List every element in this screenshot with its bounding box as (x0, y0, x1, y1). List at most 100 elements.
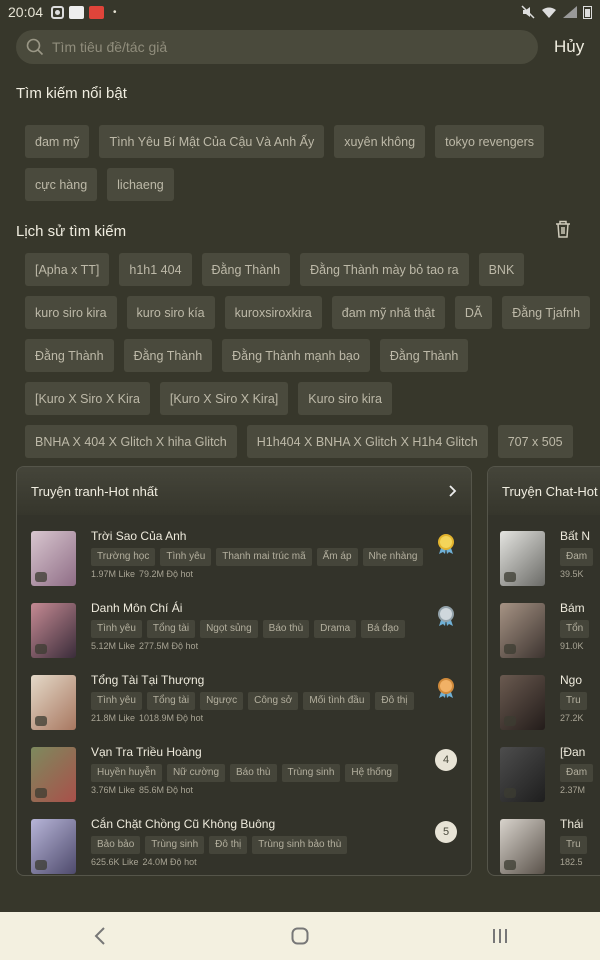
genre-tag: Tình yêu (91, 620, 142, 638)
history-search-chip[interactable]: BNHA X 404 X Glitch X hiha Glitch (25, 425, 237, 458)
featured-search-chip[interactable]: đam mỹ (25, 125, 90, 158)
hot-comics-card[interactable]: Truyện tranh-Hot nhất Trời Sao Của Anh Tr… (16, 466, 472, 876)
chat-story-list-item[interactable]: [Đan Đam 2.37M (488, 745, 600, 817)
chat-story-cover-image[interactable] (500, 819, 545, 874)
history-search-chip[interactable]: [Kuro X Siro X Kira (25, 382, 150, 415)
comic-title: Trời Sao Của Anh (91, 529, 187, 543)
comic-info: Trời Sao Của Anh Trường học Tình yêu Thanh … (91, 529, 457, 601)
history-search-chip[interactable]: BNK (478, 253, 525, 286)
featured-search-chip[interactable]: cực hàng (25, 168, 98, 201)
hot-score: 24.0M Độ hot (142, 857, 197, 867)
chat-story-title: Thái (560, 817, 584, 831)
hot-comics-list: Trời Sao Của Anh Trường học Tình yêu Thanh … (17, 515, 471, 875)
chat-story-list-item[interactable]: Ngo Tru 27.2K (488, 673, 600, 745)
comic-info: Danh Môn Chí Ái Tình yêu Tổng tài Ngọt sủng… (91, 601, 457, 673)
like-count: 1.97M Like (91, 569, 136, 579)
home-button[interactable] (280, 921, 320, 951)
chat-story-cover-image[interactable] (500, 747, 545, 802)
comic-title: Vạn Tra Triều Hoàng (91, 745, 202, 759)
search-history-list: [Apha x TT] h1h1 404 Đằng Thành Đằng Thành … (25, 253, 595, 458)
hot-chat-list: Bất N Đam 39.5K Bám Tổn 91.0K Ngo Tru 27.2K [Đan Đ… (488, 515, 600, 875)
hot-comics-header[interactable]: Truyện tranh-Hot nhất (17, 467, 471, 515)
comic-type-icon (35, 788, 47, 798)
comic-title: Cắn Chặt Chồng Cũ Không Buông (91, 817, 276, 831)
chat-bubble-icon (504, 644, 516, 654)
comic-cover-image[interactable] (31, 531, 76, 586)
chat-story-list-item[interactable]: Bám Tổn 91.0K (488, 601, 600, 673)
comic-info: Vạn Tra Triều Hoàng Huyền huyễn Nữ cường Bá… (91, 745, 457, 817)
history-search-chip[interactable]: [Kuro X Siro X Kira] (159, 382, 289, 415)
comic-tags: Tình yêu Tổng tài Ngược Công sở Mối tình đầu… (91, 692, 457, 710)
comic-cover-image[interactable] (31, 603, 76, 658)
chat-story-tags: Tru (560, 836, 600, 854)
chat-story-list-item[interactable]: Bất N Đam 39.5K (488, 529, 600, 601)
history-search-chip[interactable]: H1h404 X BNHA X Glitch X H1h4 Glitch (246, 425, 488, 458)
comic-list-item[interactable]: Cắn Chặt Chồng Cũ Không Buông Bảo bảo Trùn… (17, 817, 471, 875)
rank-bronze-medal-icon (438, 678, 454, 698)
comic-cover-image[interactable] (31, 675, 76, 730)
chat-story-cover-image[interactable] (500, 603, 545, 658)
genre-tag: Drama (314, 620, 357, 638)
comic-list-item[interactable]: Trời Sao Của Anh Trường học Tình yêu Thanh … (17, 529, 471, 601)
featured-search-chip[interactable]: xuyên không (334, 125, 426, 158)
history-search-chip[interactable]: Đằng Thành (25, 339, 114, 372)
chat-story-cover-image[interactable] (500, 675, 545, 730)
history-search-chip[interactable]: Đằng Thành mày bỏ tao ra (300, 253, 469, 286)
comic-cover-image[interactable] (31, 819, 76, 874)
history-search-chip[interactable]: 707 x 505 (497, 425, 573, 458)
genre-tag: Tình yêu (91, 692, 142, 710)
history-search-chip[interactable]: [Apha x TT] (25, 253, 110, 286)
genre-tag: Tổng tài (146, 692, 196, 710)
genre-tag: Báo thù (230, 764, 277, 782)
history-search-chip[interactable]: kuro siro kía (126, 296, 215, 329)
cancel-button[interactable]: Hủy (554, 37, 584, 57)
back-button[interactable] (80, 921, 120, 951)
featured-search-chip[interactable]: lichaeng (107, 168, 174, 201)
rank-silver-medal-icon (438, 606, 454, 626)
featured-searches-title: Tìm kiếm nổi bật (16, 85, 127, 102)
featured-search-chip[interactable]: tokyo revengers (435, 125, 545, 158)
history-search-chip[interactable]: Đằng Thành (379, 339, 469, 372)
chat-story-list-item[interactable]: Thái Tru 182.5 (488, 817, 600, 875)
history-search-chip[interactable]: kuroxsiroxkira (224, 296, 322, 329)
history-search-chip[interactable]: Kuro siro kira (298, 382, 392, 415)
comic-info: Tổng Tài Tại Thượng Tình yêu Tổng tài Ngược… (91, 673, 457, 745)
genre-tag: Mối tình đầu (303, 692, 371, 710)
comic-list-item[interactable]: Tổng Tài Tại Thượng Tình yêu Tổng tài Ngược… (17, 673, 471, 745)
trash-icon[interactable] (554, 219, 572, 239)
history-search-chip[interactable]: Đằng Tjafnh (502, 296, 591, 329)
chat-story-cover-image[interactable] (500, 531, 545, 586)
comic-tags: Bảo bảo Trùng sinh Đô thị Trùng sinh bảo th… (91, 836, 457, 854)
comic-cover-image[interactable] (31, 747, 76, 802)
history-search-chip[interactable]: Đằng Thành (123, 339, 213, 372)
shopping-app-icon (89, 5, 105, 19)
genre-tag: Bá đạo (361, 620, 405, 638)
history-search-chip[interactable]: DÃ (454, 296, 493, 329)
comic-type-icon (35, 644, 47, 654)
chat-story-tags: Tổn (560, 620, 600, 638)
chat-story-stats: 182.5 (560, 857, 600, 867)
comic-stats: 1.97M Like 79.2M Độ hot (91, 569, 457, 579)
like-count: 182.5 (560, 857, 583, 867)
genre-tag: Báo thù (262, 620, 310, 638)
search-input[interactable] (52, 39, 492, 55)
notification-dot: • (113, 6, 117, 18)
history-search-chip[interactable]: kuro siro kira (25, 296, 117, 329)
status-bar: 20:04 • (0, 0, 600, 24)
hot-chat-header[interactable]: Truyện Chat-Hot (488, 467, 600, 515)
genre-tag: Trường học (91, 548, 156, 566)
history-search-chip[interactable]: h1h1 404 (119, 253, 192, 286)
hot-chat-card[interactable]: Truyện Chat-Hot Bất N Đam 39.5K Bám Tổn 91.0K… (487, 466, 600, 876)
genre-tag: Tổn (560, 620, 590, 638)
comic-type-icon (35, 860, 47, 870)
search-box[interactable] (16, 30, 538, 64)
history-search-chip[interactable]: Đằng Thành (201, 253, 291, 286)
comic-list-item[interactable]: Danh Môn Chí Ái Tình yêu Tổng tài Ngọt sủng… (17, 601, 471, 673)
chevron-right-icon[interactable] (447, 485, 457, 497)
comic-list-item[interactable]: Vạn Tra Triều Hoàng Huyền huyễn Nữ cường Bá… (17, 745, 471, 817)
history-search-chip[interactable]: đam mỹ nhã thật (331, 296, 445, 329)
like-count: 3.76M Like (91, 785, 136, 795)
featured-search-chip[interactable]: Tình Yêu Bí Mật Của Cậu Và Anh Ấy (99, 125, 325, 158)
recent-apps-button[interactable] (480, 921, 520, 951)
history-search-chip[interactable]: Đằng Thành mạnh bạo (222, 339, 370, 372)
